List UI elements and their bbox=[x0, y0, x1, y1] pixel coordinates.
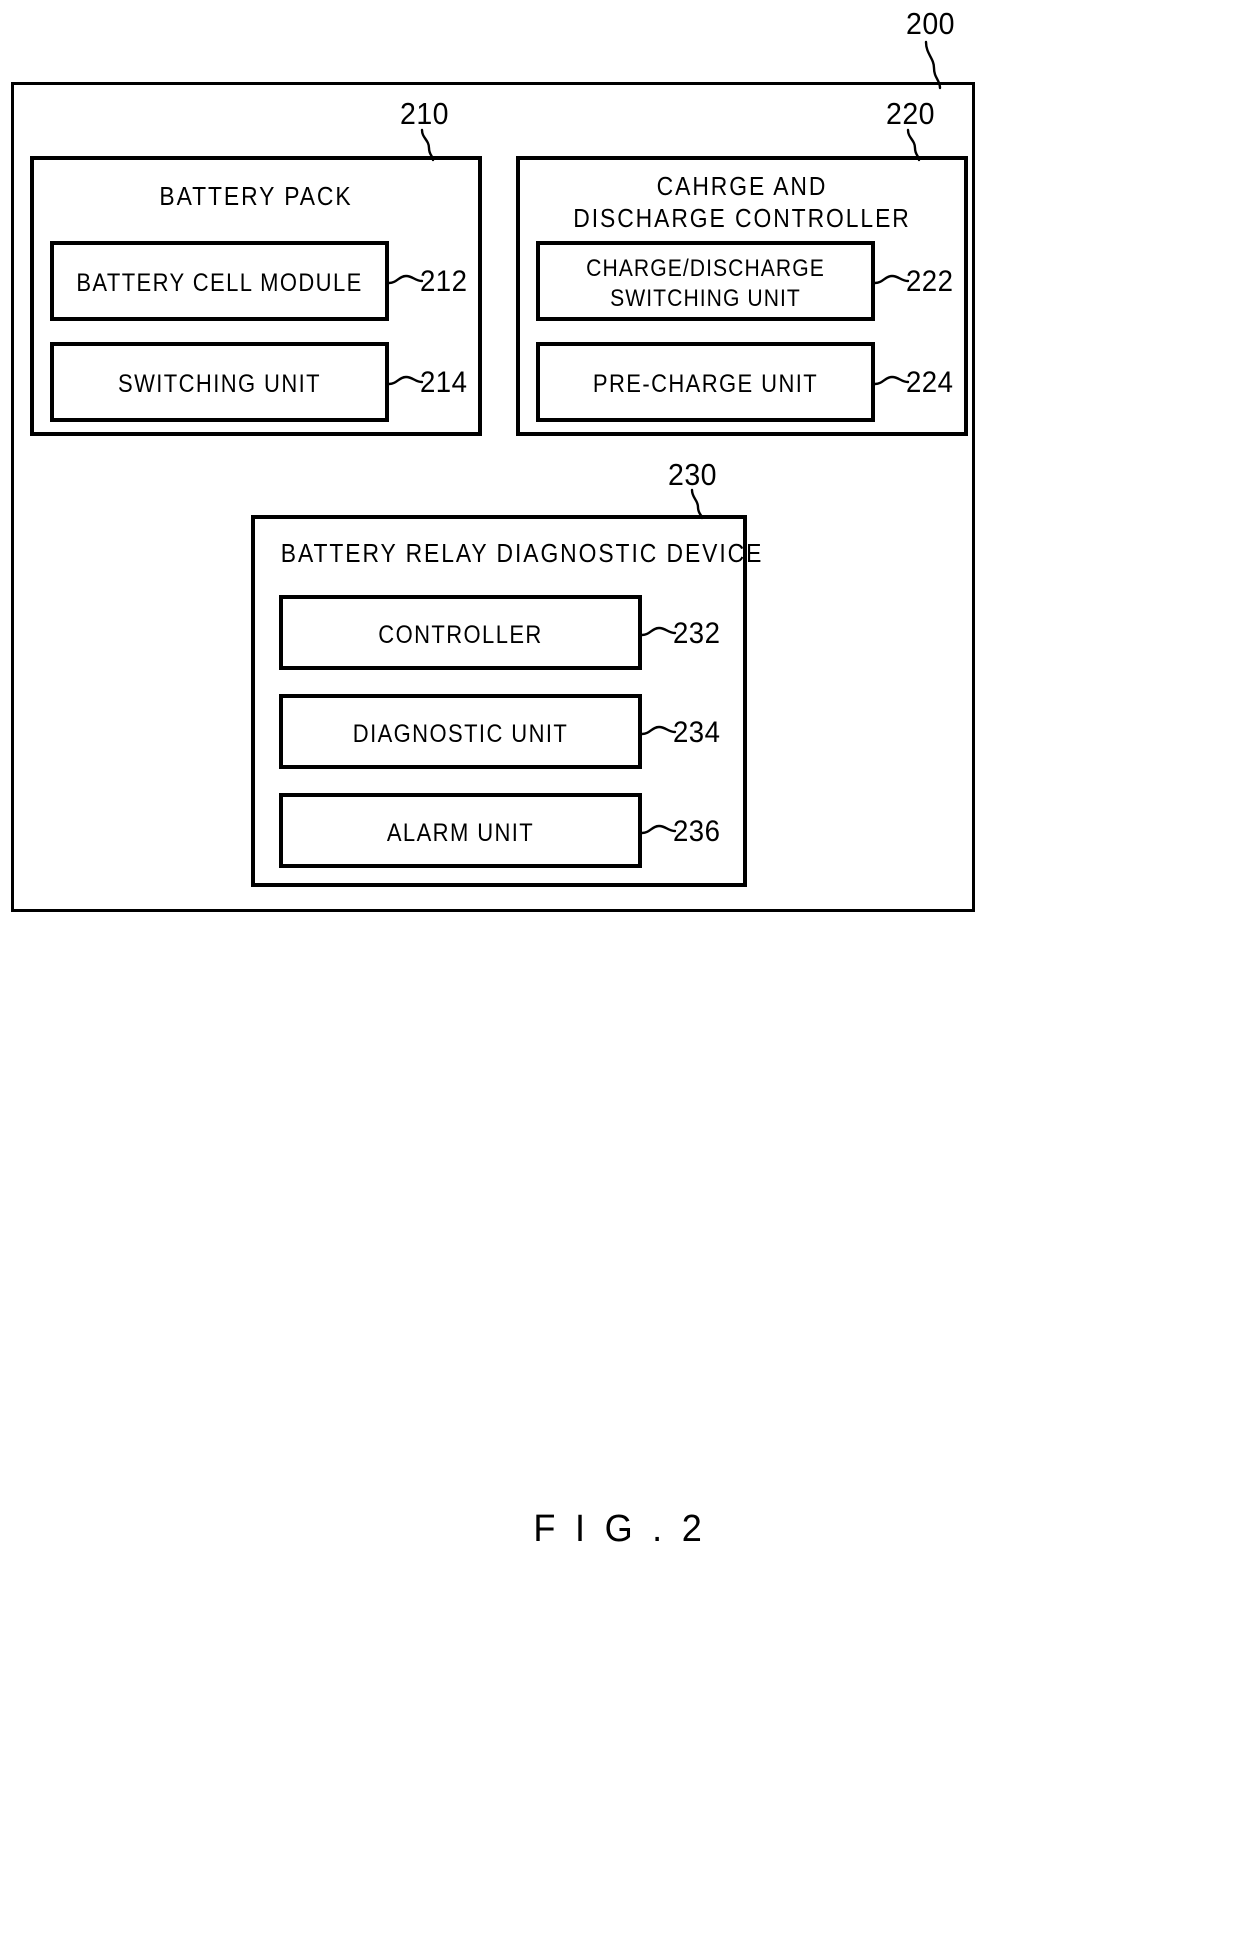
leader-line-200 bbox=[915, 40, 955, 90]
ref-number-210: 210 bbox=[400, 96, 449, 131]
leader-line-220 bbox=[896, 128, 932, 162]
ref-number-234: 234 bbox=[673, 716, 721, 749]
ref-number-220: 220 bbox=[886, 96, 935, 131]
leader-line-210 bbox=[410, 128, 446, 162]
controller-title: CONTROLLER bbox=[378, 621, 543, 649]
battery-pack-title: BATTERY PACK bbox=[159, 181, 353, 211]
charge-discharge-switching-unit-title-line1: CHARGE/DISCHARGE bbox=[586, 255, 825, 282]
ref-number-224: 224 bbox=[906, 366, 954, 399]
alarm-unit-title: ALARM UNIT bbox=[386, 819, 535, 847]
figure-caption: F I G . 2 bbox=[533, 1508, 707, 1550]
ref-number-230: 230 bbox=[668, 457, 717, 492]
switching-unit-title: SWITCHING UNIT bbox=[117, 370, 322, 398]
patent-figure-sheet: 200 BATTERY PACK 210 BATTERY CELL MODULE… bbox=[0, 0, 1240, 1953]
ref-number-200: 200 bbox=[906, 6, 955, 41]
ref-number-222: 222 bbox=[906, 265, 954, 298]
leader-line-230 bbox=[678, 488, 714, 520]
ref-number-232: 232 bbox=[673, 617, 721, 650]
ref-number-212: 212 bbox=[420, 265, 468, 298]
charge-discharge-controller-title-line2: DISCHARGE CONTROLLER bbox=[573, 203, 911, 233]
ref-number-236: 236 bbox=[673, 815, 721, 848]
battery-relay-diagnostic-device-title: BATTERY RELAY DIAGNOSTIC DEVICE bbox=[280, 538, 764, 568]
charge-discharge-controller-title-line1: CAHRGE AND bbox=[656, 171, 828, 201]
charge-discharge-switching-unit-title-line2: SWITCHING UNIT bbox=[610, 285, 801, 312]
battery-cell-module-title: BATTERY CELL MODULE bbox=[76, 269, 363, 297]
ref-number-214: 214 bbox=[420, 366, 468, 399]
pre-charge-unit-title: PRE-CHARGE UNIT bbox=[592, 370, 819, 398]
diagnostic-unit-title: DIAGNOSTIC UNIT bbox=[352, 720, 569, 748]
